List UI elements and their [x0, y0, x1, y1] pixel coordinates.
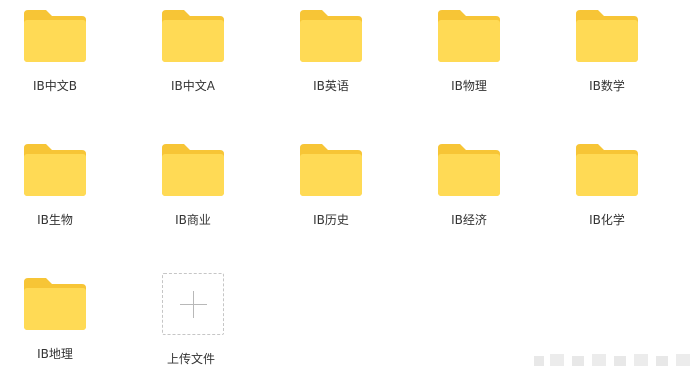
folder-item[interactable]: IB化学 [552, 136, 662, 246]
folder-icon [300, 10, 362, 62]
watermark-graphic [534, 354, 690, 366]
folder-item[interactable]: IB经济 [414, 136, 524, 246]
folder-item[interactable]: IB地理 [0, 270, 110, 380]
folder-icon [576, 10, 638, 62]
folder-icon [300, 144, 362, 196]
folder-label: IB英语 [313, 79, 349, 93]
folder-label: IB经济 [451, 213, 487, 227]
folder-item[interactable]: IB中文A [138, 2, 248, 112]
upload-dropzone[interactable] [162, 273, 224, 335]
folder-icon [576, 144, 638, 196]
folder-item[interactable]: IB数学 [552, 2, 662, 112]
upload-label: 上传文件 [166, 352, 215, 366]
folder-label: IB商业 [175, 213, 211, 227]
folder-icon [162, 10, 224, 62]
folder-label: IB物理 [451, 79, 487, 93]
folder-icon [24, 144, 86, 196]
folder-icon [162, 144, 224, 196]
folder-label: IB化学 [589, 213, 625, 227]
folder-icon [24, 278, 86, 330]
folder-label: IB数学 [589, 79, 625, 93]
folder-label: IB中文B [32, 79, 77, 93]
plus-icon-stroke [193, 291, 194, 318]
folder-label: IB地理 [37, 347, 73, 361]
folder-item[interactable]: IB生物 [0, 136, 110, 246]
folder-label: IB中文A [171, 79, 215, 93]
folder-icon [438, 10, 500, 62]
upload-file-button[interactable]: 上传文件 [136, 265, 246, 375]
folder-item[interactable]: IB中文B [0, 2, 110, 112]
folder-grid: IB中文B IB中文A IB英语 IB物理 IB数学 IB生物 IB商业 IB历… [0, 0, 693, 392]
folder-item[interactable]: IB英语 [276, 2, 386, 112]
folder-icon [438, 144, 500, 196]
folder-label: IB历史 [313, 213, 349, 227]
folder-item[interactable]: IB商业 [138, 136, 248, 246]
folder-item[interactable]: IB历史 [276, 136, 386, 246]
folder-icon [24, 10, 86, 62]
folder-label: IB生物 [37, 213, 73, 227]
folder-item[interactable]: IB物理 [414, 2, 524, 112]
